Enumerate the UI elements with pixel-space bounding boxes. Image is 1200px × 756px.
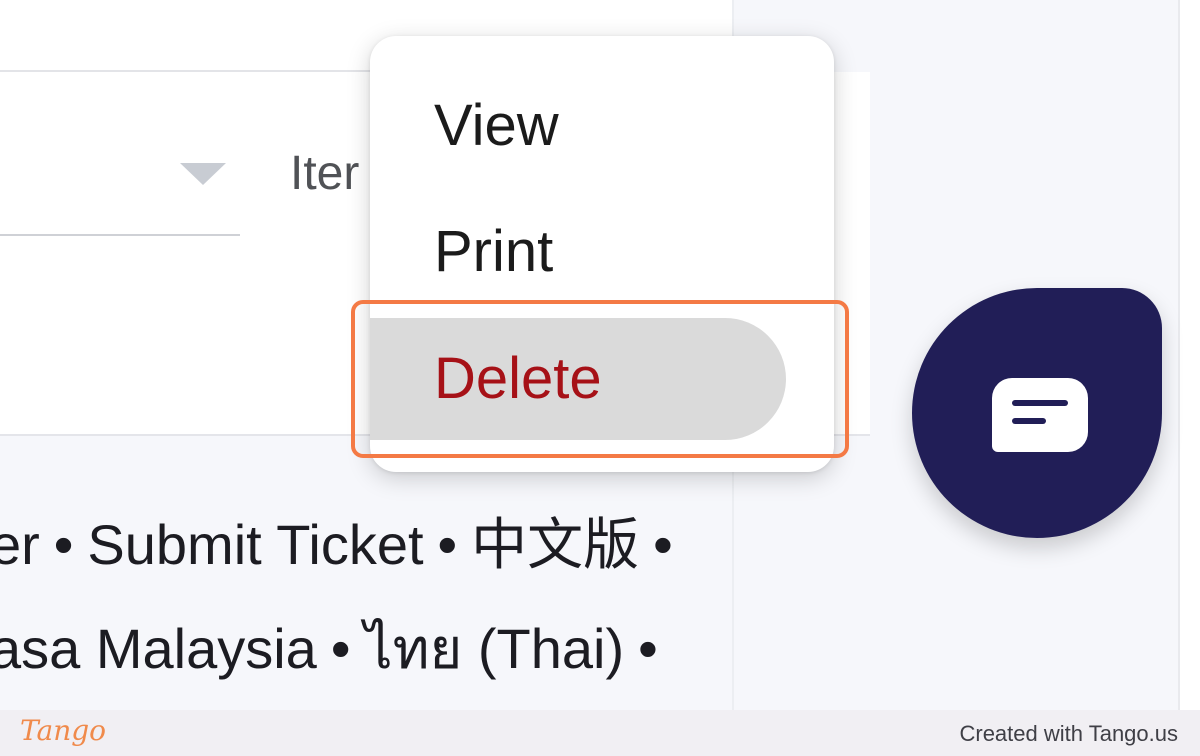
footer-links-line-1: er • Submit Ticket • 中文版 •	[0, 500, 687, 581]
screenshot-stage: Iter er • Submit Ticket • 中文版 • asa Malaysia •…	[0, 0, 1200, 756]
dropdown-underline	[0, 234, 240, 236]
footer-separator: •	[638, 617, 658, 680]
tango-logo: Tango	[20, 714, 107, 747]
footer-links-line-2: asa Malaysia • ไทย (Thai) •	[0, 604, 672, 693]
dropdown-caret-icon[interactable]	[180, 163, 226, 185]
footer-link-malay[interactable]: asa Malaysia	[0, 617, 317, 680]
footer-separator: •	[330, 617, 351, 680]
footer-separator: •	[653, 513, 673, 576]
scrollbar-track[interactable]	[1178, 0, 1200, 710]
menu-item-print[interactable]: Print	[370, 190, 834, 314]
footer-separator: •	[437, 513, 458, 576]
chat-launcher-button[interactable]	[912, 288, 1162, 538]
context-menu: View Print Delete	[370, 36, 834, 472]
footer-link-chinese[interactable]: 中文版	[471, 513, 639, 576]
chat-bubble-icon	[992, 378, 1088, 452]
menu-item-delete[interactable]: Delete	[370, 318, 786, 440]
items-label: Iter	[290, 147, 360, 200]
menu-item-view[interactable]: View	[370, 64, 834, 188]
tango-watermark-bar: Tango Created with Tango.us	[0, 710, 1200, 756]
footer-link-submit-ticket[interactable]: Submit Ticket	[87, 513, 423, 576]
footer-separator: •	[53, 513, 74, 576]
footer-link-thai[interactable]: ไทย (Thai)	[364, 617, 624, 680]
tango-credit: Created with Tango.us	[959, 721, 1178, 746]
footer-link-partial[interactable]: er	[0, 513, 40, 576]
